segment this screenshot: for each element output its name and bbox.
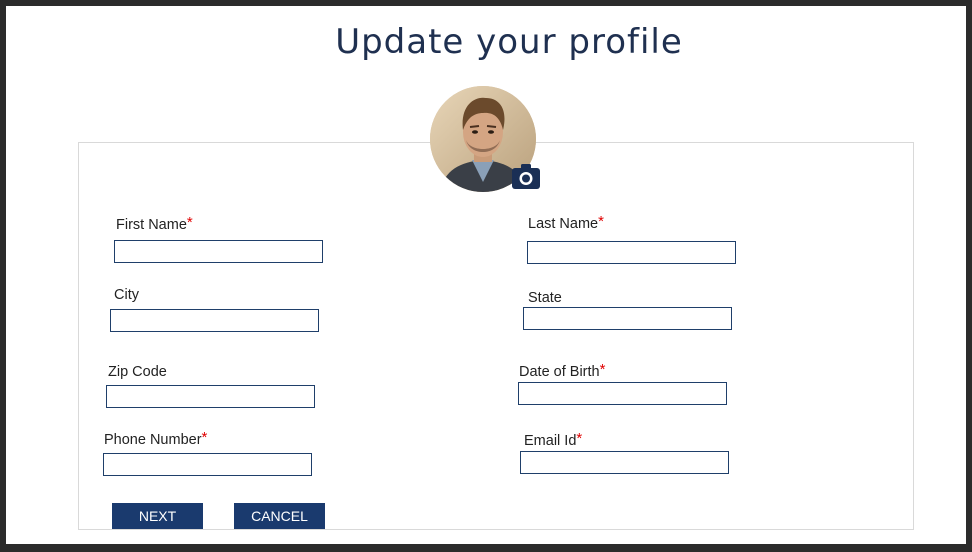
page-title: Update your profile bbox=[335, 22, 683, 62]
last-name-label: Last Name* bbox=[528, 213, 604, 233]
date-of-birth-label-text: Date of Birth bbox=[519, 364, 600, 380]
city-field[interactable] bbox=[110, 309, 319, 332]
required-mark: * bbox=[598, 213, 604, 230]
email-id-label: Email Id* bbox=[524, 430, 583, 450]
zip-code-field[interactable] bbox=[106, 385, 315, 408]
first-name-field[interactable] bbox=[114, 240, 323, 263]
last-name-label-text: Last Name bbox=[528, 216, 599, 232]
camera-icon[interactable] bbox=[511, 161, 541, 191]
first-name-label: First Name* bbox=[116, 214, 193, 234]
required-mark: * bbox=[186, 214, 193, 231]
required-mark: * bbox=[201, 429, 208, 446]
phone-number-label: Phone Number* bbox=[104, 429, 208, 449]
phone-number-label-text: Phone Number bbox=[104, 432, 202, 448]
email-id-label-text: Email Id bbox=[524, 433, 577, 449]
cancel-button[interactable]: CANCEL bbox=[234, 503, 325, 529]
zip-code-label: Zip Code bbox=[108, 364, 167, 380]
phone-number-field[interactable] bbox=[103, 453, 312, 476]
required-mark: * bbox=[576, 430, 583, 447]
last-name-field[interactable] bbox=[527, 241, 736, 264]
app-window: Update your profile First Name* City Zip… bbox=[6, 6, 966, 544]
state-field[interactable] bbox=[523, 307, 732, 330]
next-button[interactable]: NEXT bbox=[112, 503, 203, 529]
city-label: City bbox=[114, 287, 139, 303]
date-of-birth-label: Date of Birth* bbox=[519, 361, 606, 381]
date-of-birth-field[interactable] bbox=[518, 382, 727, 405]
state-label: State bbox=[528, 290, 562, 306]
first-name-label-text: First Name bbox=[116, 217, 187, 233]
required-mark: * bbox=[599, 361, 606, 378]
email-id-field[interactable] bbox=[520, 451, 729, 474]
